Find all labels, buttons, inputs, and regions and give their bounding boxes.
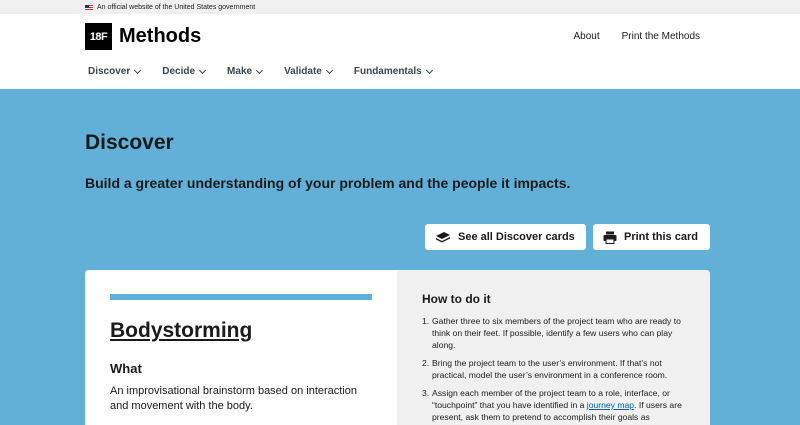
step-text: Gather three to six members of the proje… — [432, 316, 681, 350]
gov-banner-text: An official website of the United States… — [97, 3, 256, 11]
list-item: 2. Bring the project team to the user’s … — [422, 357, 697, 381]
nav-make[interactable]: Make — [227, 66, 264, 77]
see-all-cards-button[interactable]: See all Discover cards — [425, 224, 586, 250]
nav-decide[interactable]: Decide — [162, 66, 207, 77]
printer-icon — [603, 231, 617, 244]
main-nav: Discover Decide Make Validate Fundamenta… — [88, 66, 433, 77]
method-card: Bodystorming What An improvisational bra… — [85, 270, 710, 425]
nav-discover-label: Discover — [88, 66, 131, 77]
nav-discover[interactable]: Discover — [88, 66, 142, 77]
nav-make-label: Make — [227, 66, 253, 77]
nav-fundamentals-label: Fundamentals — [353, 66, 422, 77]
nav-decide-label: Decide — [162, 66, 196, 77]
card-instructions: How to do it 1. Gather three to six memb… — [397, 270, 710, 425]
accent-bar — [110, 294, 372, 300]
print-card-button[interactable]: Print this card — [593, 224, 710, 250]
site-logo[interactable]: 18F Methods — [85, 23, 201, 50]
step-number: 1. — [422, 316, 430, 326]
nav-validate-label: Validate — [284, 66, 322, 77]
us-flag-icon — [85, 4, 93, 10]
chevron-down-icon — [425, 66, 433, 74]
page-title: Discover — [85, 131, 174, 154]
journey-map-link[interactable]: journey map — [587, 400, 634, 410]
step-number: 2. — [422, 358, 430, 368]
list-item: 1. Gather three to six members of the pr… — [422, 315, 697, 351]
what-text: An improvisational brainstorm based on i… — [110, 385, 358, 412]
card-summary: Bodystorming What An improvisational bra… — [85, 270, 397, 425]
site-header: 18F Methods About Print the Methods Disc… — [0, 14, 800, 89]
about-link[interactable]: About — [573, 31, 599, 42]
logo-mark: 18F — [85, 23, 112, 50]
what-heading: What — [110, 361, 142, 376]
step-text: Bring the project team to the user’s env… — [432, 358, 668, 380]
top-links: About Print the Methods — [573, 31, 700, 42]
how-heading: How to do it — [422, 292, 491, 306]
logo-text: Methods — [119, 25, 202, 47]
nav-fundamentals[interactable]: Fundamentals — [353, 66, 433, 77]
step-number: 3. — [422, 388, 430, 398]
nav-validate[interactable]: Validate — [284, 66, 333, 77]
step-text: Assign each member of the project team t… — [432, 388, 682, 422]
see-all-cards-label: See all Discover cards — [458, 231, 575, 243]
method-title: Bodystorming — [110, 319, 253, 342]
list-item: 3. Assign each member of the project tea… — [422, 387, 697, 423]
chevron-down-icon — [199, 66, 207, 74]
chevron-down-icon — [256, 66, 264, 74]
page-subtitle: Build a greater understanding of your pr… — [85, 175, 571, 191]
print-card-label: Print this card — [624, 231, 698, 243]
cards-stack-icon — [436, 232, 450, 243]
chevron-down-icon — [325, 66, 333, 74]
gov-banner: An official website of the United States… — [0, 0, 800, 14]
chevron-down-icon — [134, 66, 142, 74]
print-methods-link[interactable]: Print the Methods — [622, 31, 700, 42]
steps-list: 1. Gather three to six members of the pr… — [422, 315, 697, 425]
